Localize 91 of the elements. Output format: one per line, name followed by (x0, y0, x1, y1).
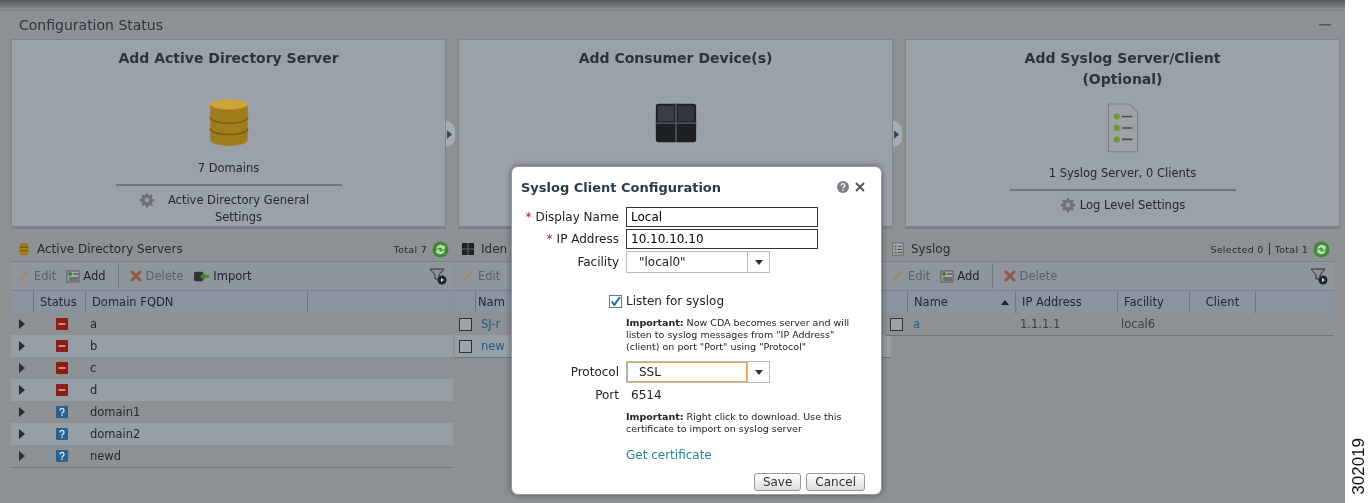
table-cell: c (90, 361, 97, 375)
dropdown-arrow-icon (754, 259, 763, 265)
table-cell: b (90, 339, 98, 353)
expand-icon[interactable] (19, 341, 25, 351)
filter-icon[interactable] (429, 267, 447, 285)
panel-title: Syslog (911, 242, 951, 256)
question-status-icon (55, 428, 68, 440)
table-cell: newd (90, 449, 122, 463)
column-header[interactable]: Client (1189, 291, 1255, 313)
required-mark: * (546, 232, 553, 246)
column-header[interactable]: Facility (1117, 291, 1189, 313)
expand-icon[interactable] (19, 385, 25, 395)
pencil-icon (891, 269, 905, 283)
text-field[interactable]: Local (626, 207, 818, 227)
add-button[interactable]: Add (940, 267, 988, 285)
field-value: 6514 (630, 388, 662, 402)
gear-icon (138, 192, 155, 208)
checkbox[interactable] (609, 294, 622, 308)
card-title[interactable]: Add Syslog Server/Client (Optional) (1007, 48, 1238, 90)
table-cell: domain1 (90, 405, 141, 419)
dialog-button[interactable]: Cancel (806, 473, 865, 491)
card-title[interactable]: Add Active Directory Server (118, 48, 339, 69)
refresh-icon[interactable] (432, 240, 449, 258)
dropdown-field[interactable]: "local0" (626, 251, 770, 273)
filter-icon[interactable] (1310, 267, 1328, 285)
database-icon (17, 242, 31, 256)
checkbox-label[interactable]: Listen for syslog (626, 294, 724, 308)
dropdown-arrow-icon (754, 369, 763, 375)
count-label: Total 1 (1274, 243, 1308, 255)
table-cell: 1.1.1.1 (1020, 317, 1061, 331)
error-status-icon (55, 318, 68, 330)
field-label: Protocol (570, 365, 619, 379)
table-cell: domain2 (90, 427, 141, 441)
dropdown-field[interactable]: SSL (626, 361, 770, 383)
dialog-button[interactable]: Save (753, 473, 802, 491)
note-text: Important: Right click to download. Use this certificate to import on syslog server (626, 411, 843, 435)
expand-icon[interactable] (19, 451, 25, 461)
field-label: Port (595, 388, 619, 402)
error-status-icon (55, 384, 68, 396)
grid-icon (461, 242, 475, 256)
name-link[interactable]: new (481, 339, 505, 353)
dialog-title: Syslog Client Configuration (521, 179, 722, 195)
help-icon[interactable] (837, 181, 849, 193)
add-button[interactable]: Add (66, 267, 114, 285)
table-cell: local6 (1121, 317, 1156, 331)
field-label: IP Address (556, 232, 619, 246)
note-text: Important: Now CDA becomes server and will listen to syslog messages from "IP Address" (client) on port "Port" using "Protocol" (626, 317, 851, 353)
card-summary: 1 Syslog Server, 0 Clients (1048, 166, 1197, 180)
error-status-icon (55, 362, 68, 374)
close-icon[interactable] (855, 182, 865, 192)
refresh-icon[interactable] (1313, 240, 1330, 258)
expand-icon[interactable] (19, 407, 25, 417)
required-mark: * (525, 210, 532, 224)
certificate-link[interactable]: Get certificate (626, 448, 712, 462)
row-checkbox[interactable] (889, 317, 903, 331)
table-cell: d (90, 383, 98, 397)
question-status-icon (55, 406, 68, 418)
field-label: Display Name (535, 210, 619, 224)
card-summary: 7 Domains (197, 161, 260, 175)
pencil-icon (461, 269, 475, 283)
column-header[interactable]: Domain FQDN (85, 291, 307, 313)
column-header[interactable]: Status (33, 291, 85, 313)
expand-icon[interactable] (19, 319, 25, 329)
panel-title: Iden (481, 242, 508, 256)
question-status-icon (55, 450, 68, 462)
panel-title: Active Directory Servers (37, 242, 183, 256)
add-list-icon (940, 269, 955, 283)
column-header[interactable]: IP Address (1015, 291, 1117, 313)
settings-link[interactable]: Active Directory General Settings (158, 192, 319, 226)
count-label: Total 7 (393, 243, 427, 255)
document-list-icon (891, 242, 905, 256)
row-checkbox[interactable] (458, 317, 472, 331)
text-field[interactable]: 10.10.10.10 (626, 229, 818, 249)
delete-icon (1002, 269, 1017, 283)
delete-icon (128, 269, 143, 283)
error-status-icon (55, 340, 68, 352)
pencil-icon (17, 269, 31, 283)
field-label: Facility (577, 255, 619, 269)
add-list-icon (66, 269, 81, 283)
row-checkbox[interactable] (458, 339, 472, 353)
section-title: Configuration Status (19, 17, 163, 33)
count-label: Selected 0 (1210, 243, 1264, 255)
figure-number: 302019 (1348, 438, 1369, 495)
import-button[interactable]: Import (193, 265, 260, 287)
expand-icon[interactable] (19, 363, 25, 373)
settings-link[interactable]: Log Level Settings (1079, 197, 1186, 214)
column-header[interactable]: Name (907, 291, 1015, 313)
card-title[interactable]: Add Consumer Device(s) (578, 48, 773, 69)
table-cell: a (90, 317, 98, 331)
gear-icon (1059, 197, 1076, 213)
expand-icon[interactable] (19, 429, 25, 439)
